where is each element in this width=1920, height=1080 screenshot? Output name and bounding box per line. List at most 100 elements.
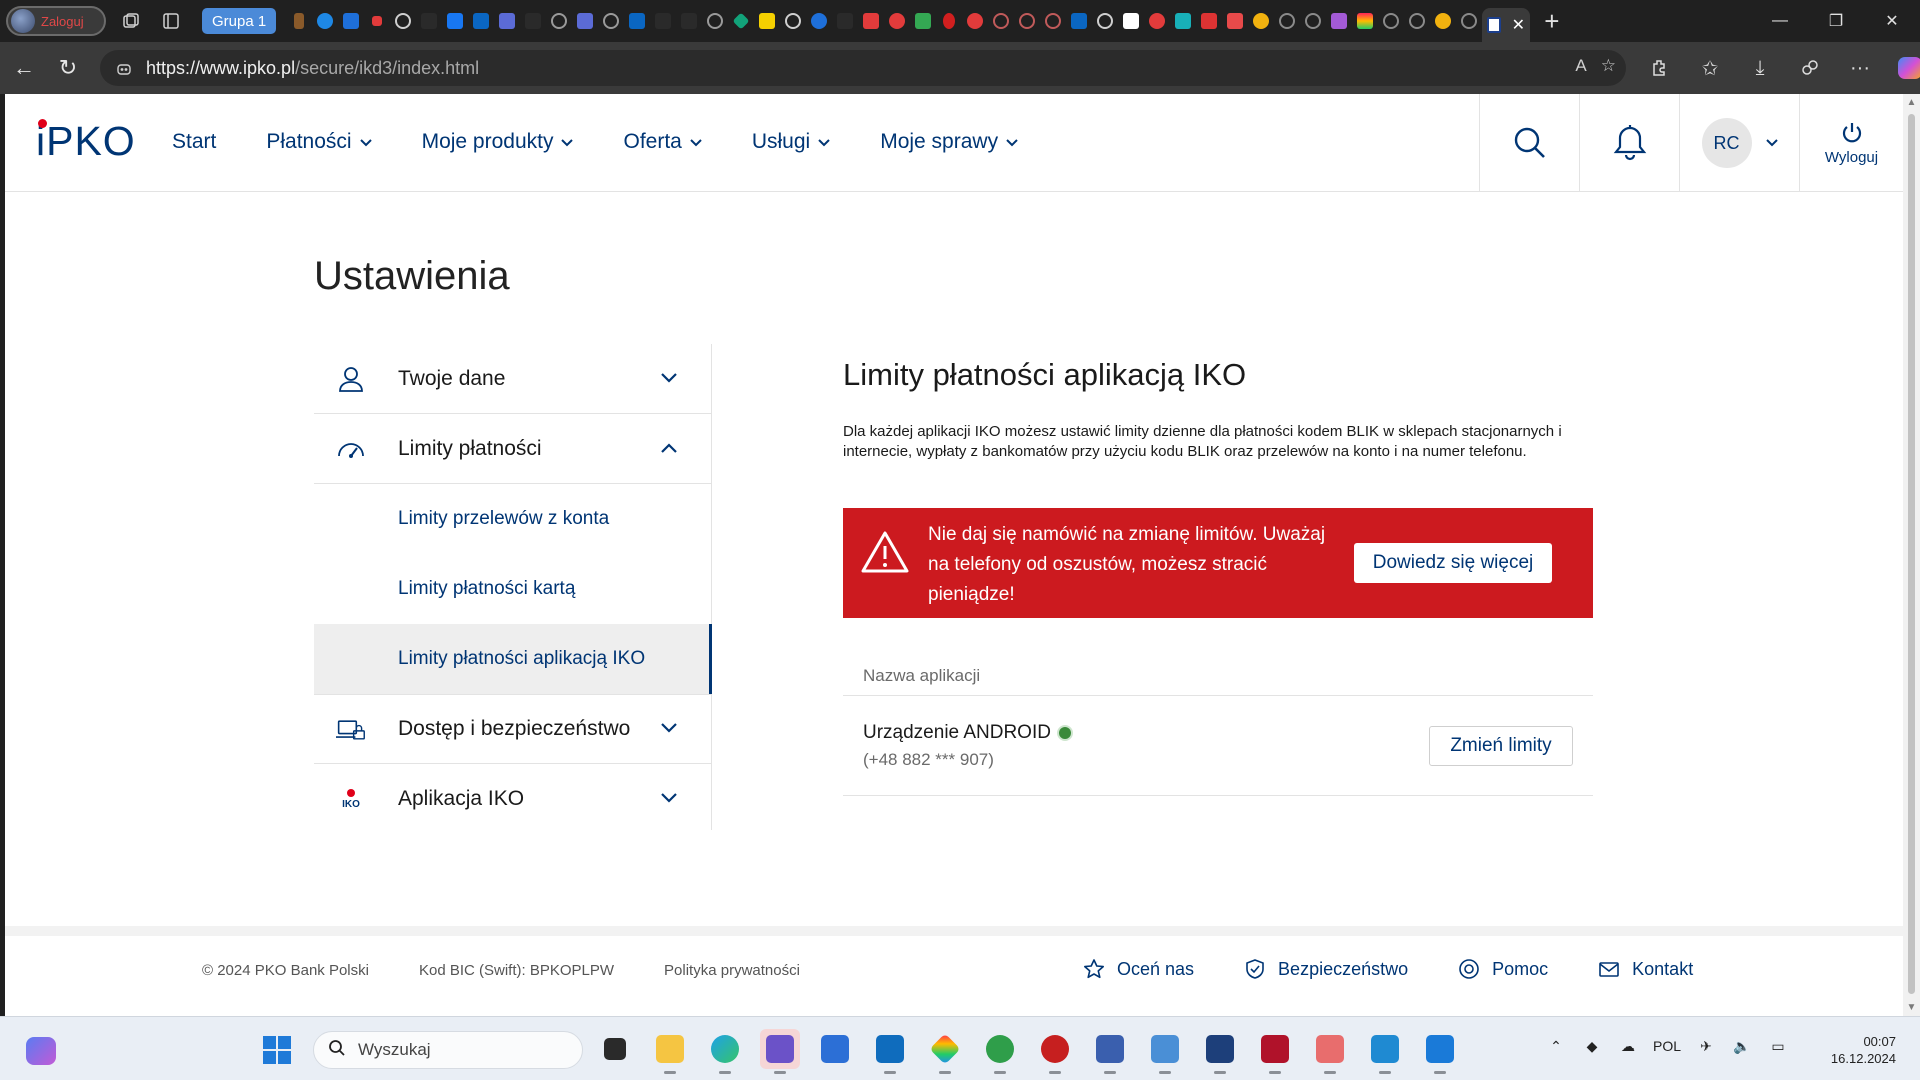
tab-favicon[interactable]	[572, 8, 598, 34]
tab-favicon[interactable]	[962, 8, 988, 34]
taskbar-clock[interactable]: 00:07 16.12.2024	[1818, 1033, 1896, 1067]
store-icon[interactable]	[815, 1029, 855, 1069]
browser-essentials-icon[interactable]	[1790, 48, 1830, 88]
tab-favicon[interactable]	[1196, 8, 1222, 34]
app-icon[interactable]	[1420, 1029, 1460, 1074]
scrollbar-thumb[interactable]	[1908, 114, 1915, 994]
tab-favicon[interactable]	[416, 8, 442, 34]
tab-favicon[interactable]	[936, 8, 962, 34]
tab-favicon[interactable]	[1300, 8, 1326, 34]
tab-favicon[interactable]	[650, 8, 676, 34]
tab-favicon[interactable]	[1248, 8, 1274, 34]
menu-item-oferta[interactable]: Oferta	[623, 130, 702, 154]
tab-favicon[interactable]	[286, 8, 312, 34]
rate-us-link[interactable]: Oceń nas	[1083, 958, 1194, 980]
tab-actions-icon[interactable]	[156, 6, 186, 36]
downloads-icon[interactable]: ⤓	[1740, 48, 1780, 88]
file-explorer-icon[interactable]	[650, 1029, 690, 1074]
tab-favicon[interactable]	[546, 8, 572, 34]
copilot-icon[interactable]	[1890, 48, 1920, 88]
app-icon[interactable]	[1035, 1029, 1075, 1074]
menu-item-uslugi[interactable]: Usługi	[752, 130, 830, 154]
more-options-icon[interactable]: ···	[1840, 48, 1880, 88]
menu-item-moje-sprawy[interactable]: Moje sprawy	[880, 130, 1018, 154]
edge-browser-icon[interactable]	[705, 1029, 745, 1074]
sidebar-item-dostep-bezpieczenstwo[interactable]: Dostęp i bezpieczeństwo	[314, 694, 711, 764]
tab-favicon[interactable]	[1430, 8, 1456, 34]
sidebar-item-limity-platnosci[interactable]: Limity płatności	[314, 414, 711, 484]
close-tab-icon[interactable]: ✕	[1512, 15, 1525, 35]
learn-more-button[interactable]: Dowiedz się więcej	[1354, 543, 1552, 583]
app-icon[interactable]	[1145, 1029, 1185, 1074]
virtualbox-icon[interactable]	[1200, 1029, 1240, 1074]
tab-favicon[interactable]	[1170, 8, 1196, 34]
tab-favicon[interactable]	[624, 8, 650, 34]
menu-item-platnosci[interactable]: Płatności	[266, 130, 372, 154]
scroll-down-icon[interactable]: ▼	[1903, 999, 1920, 1016]
contact-link[interactable]: Kontakt	[1598, 958, 1693, 980]
favorite-star-icon[interactable]: ☆	[1601, 56, 1616, 76]
tab-favicon[interactable]	[806, 8, 832, 34]
dropbox-icon[interactable]: ◆	[1581, 1035, 1603, 1057]
back-icon[interactable]: ←	[4, 48, 44, 88]
taskbar-search[interactable]: Wyszukaj	[313, 1031, 583, 1069]
favorites-icon[interactable]: ✩	[1690, 48, 1730, 88]
sidebar-item-twoje-dane[interactable]: Twoje dane	[314, 344, 711, 414]
widgets-icon[interactable]	[26, 1037, 56, 1065]
save-app-icon[interactable]	[760, 1029, 800, 1074]
start-button[interactable]	[263, 1036, 291, 1064]
minimize-icon[interactable]: —	[1752, 0, 1808, 42]
tab-favicon[interactable]	[1378, 8, 1404, 34]
tab-favicon[interactable]	[754, 8, 780, 34]
tab-group-chip[interactable]: Grupa 1	[202, 8, 277, 34]
app-icon[interactable]	[925, 1029, 965, 1074]
scroll-up-icon[interactable]: ▲	[1903, 94, 1920, 111]
app-icon[interactable]	[980, 1029, 1020, 1074]
active-tab[interactable]: ✕	[1482, 8, 1531, 42]
tab-favicon[interactable]	[1352, 8, 1378, 34]
tab-favicon[interactable]	[364, 8, 390, 34]
vscode-icon[interactable]	[1365, 1029, 1405, 1074]
restore-icon[interactable]: ❐	[1808, 0, 1864, 42]
tab-favicon[interactable]	[1456, 8, 1482, 34]
tab-favicon[interactable]	[338, 8, 364, 34]
search-button[interactable]	[1479, 94, 1579, 192]
language-indicator[interactable]: POL	[1653, 1038, 1681, 1054]
tab-favicon[interactable]	[494, 8, 520, 34]
profile-button[interactable]: Zaloguj	[6, 6, 106, 36]
page-scrollbar[interactable]: ▲ ▼	[1903, 94, 1920, 1016]
tab-favicon[interactable]	[988, 8, 1014, 34]
network-icon[interactable]: ☁	[1617, 1035, 1639, 1057]
tab-favicon[interactable]	[884, 8, 910, 34]
app-icon[interactable]	[1255, 1029, 1295, 1074]
volume-icon[interactable]: 🔈	[1731, 1035, 1753, 1057]
tab-favicon[interactable]	[1144, 8, 1170, 34]
new-tab-icon[interactable]: +	[1544, 6, 1559, 37]
tab-favicon[interactable]	[598, 8, 624, 34]
snipping-tool-icon[interactable]	[1310, 1029, 1350, 1074]
menu-item-moje-produkty[interactable]: Moje produkty	[422, 130, 574, 154]
sidebar-item-aplikacja-iko[interactable]: IKO Aplikacja IKO	[314, 764, 711, 834]
tab-favicon[interactable]	[442, 8, 468, 34]
tab-favicon[interactable]	[468, 8, 494, 34]
tab-favicon[interactable]	[1118, 8, 1144, 34]
airplane-mode-icon[interactable]: ✈	[1695, 1035, 1717, 1057]
tab-favicon[interactable]	[1040, 8, 1066, 34]
security-link[interactable]: Bezpieczeństwo	[1244, 958, 1408, 980]
task-view-icon[interactable]	[595, 1029, 635, 1069]
tab-favicon[interactable]	[1092, 8, 1118, 34]
address-bar[interactable]: https://www.ipko.pl/secure/ikd3/index.ht…	[100, 50, 1626, 86]
battery-icon[interactable]: ▭	[1767, 1035, 1789, 1057]
sidebar-subitem-limity-iko[interactable]: Limity płatności aplikacją IKO	[314, 624, 712, 694]
help-link[interactable]: Pomoc	[1458, 958, 1548, 980]
tab-favicon[interactable]	[832, 8, 858, 34]
chevron-up-icon[interactable]: ⌃	[1545, 1035, 1567, 1057]
privacy-policy-link[interactable]: Polityka prywatności	[664, 962, 800, 979]
tab-favicon[interactable]	[1066, 8, 1092, 34]
outlook-icon[interactable]	[870, 1029, 910, 1074]
tab-favicon[interactable]	[858, 8, 884, 34]
logout-button[interactable]: Wyloguj	[1799, 94, 1903, 192]
close-window-icon[interactable]: ✕	[1864, 0, 1920, 42]
tab-favicon[interactable]	[1404, 8, 1430, 34]
tab-favicon[interactable]	[676, 8, 702, 34]
